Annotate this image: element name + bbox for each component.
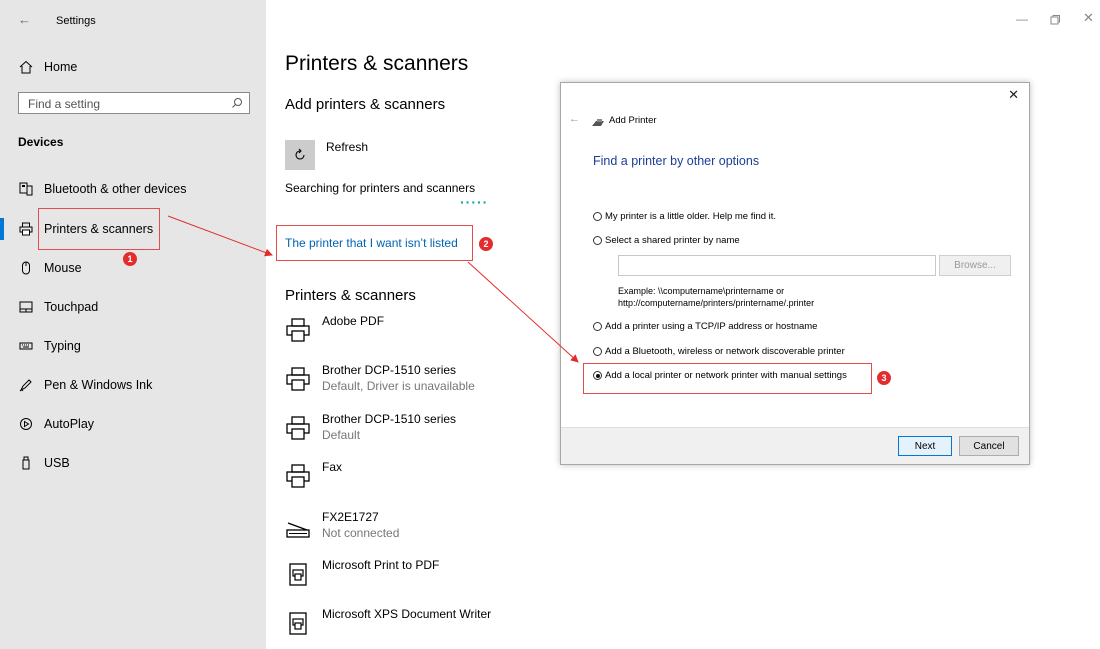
arrow-1-to-2	[167, 215, 273, 257]
annotation-arrows	[167, 215, 579, 363]
arrow-2-to-3	[467, 261, 579, 363]
